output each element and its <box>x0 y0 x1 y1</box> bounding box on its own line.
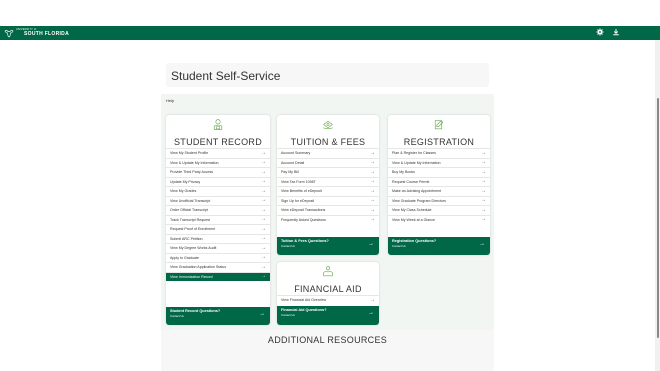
arrow-right-icon: → <box>370 168 375 175</box>
arrow-right-icon: → <box>259 311 265 317</box>
list-item[interactable]: View eDeposit Transactions → <box>277 205 379 215</box>
list-item[interactable]: View Tax Form 1098T → <box>277 176 379 187</box>
arrow-right-icon: → <box>261 235 266 242</box>
arrow-right-icon: → <box>481 168 486 175</box>
scrollbar[interactable] <box>655 40 660 371</box>
arrow-right-icon: → <box>261 159 266 166</box>
arrow-right-icon: → <box>481 187 486 194</box>
help-link[interactable]: Help <box>166 98 174 103</box>
list-item[interactable]: Account Summary → <box>277 148 379 158</box>
list-item[interactable]: View Graduation Application Status → <box>166 262 270 272</box>
tuition-icon <box>322 120 334 130</box>
arrow-right-icon: → <box>370 149 375 156</box>
arrow-right-icon: → <box>370 216 375 223</box>
arrow-right-icon: → <box>481 197 486 204</box>
student-record-card: STUDENT RECORD View My Student Profile → … <box>166 115 270 325</box>
arrow-right-icon: → <box>370 197 375 204</box>
list-item[interactable]: View Benefits of eDeposit → <box>277 186 379 196</box>
scrollbar-thumb[interactable] <box>657 98 659 338</box>
arrow-right-icon: → <box>261 244 266 251</box>
list-item[interactable]: View My Student Profile → <box>166 148 270 158</box>
list-item[interactable]: Provide Third Party Access → <box>166 167 270 177</box>
arrow-right-icon: → <box>261 168 266 175</box>
list-item-active[interactable]: View Immunization Record → <box>166 271 270 281</box>
tuition-fees-title: TUITION & FEES <box>290 137 366 147</box>
list-item[interactable]: Submit ARC Petition → <box>166 233 270 244</box>
list-item[interactable]: Update My Privacy → <box>166 176 270 187</box>
arrow-right-icon: → <box>261 187 266 194</box>
arrow-right-icon: → <box>261 149 266 156</box>
list-item[interactable]: Buy My Books → <box>388 167 490 177</box>
list-item[interactable]: View My Degree Works Audit → <box>166 243 270 253</box>
list-item[interactable]: Frequently Asked Questions → <box>277 214 379 225</box>
list-item[interactable]: Pay My Bill → <box>277 167 379 177</box>
student-record-title: STUDENT RECORD <box>173 137 263 147</box>
arrow-right-icon: → <box>481 178 486 185</box>
brand-sup: UNIVERSITY of <box>16 28 37 31</box>
arrow-right-icon: → <box>481 206 486 213</box>
list-item[interactable]: Order Official Transcript → <box>166 205 270 215</box>
list-item[interactable]: View & Update My Information → <box>388 157 490 168</box>
arrow-right-icon: → <box>370 296 375 303</box>
brand-logo[interactable]: UNIVERSITY of SOUTH FLORIDA <box>4 28 69 38</box>
list-item[interactable]: Make an Advising Appointment → <box>388 186 490 196</box>
brand-name: SOUTH FLORIDA <box>24 31 70 37</box>
list-item[interactable]: View My Class Schedule → <box>388 205 490 215</box>
additional-resources-title: ADDITIONAL RESOURCES <box>267 335 388 345</box>
gear-icon[interactable] <box>596 28 604 36</box>
arrow-right-icon: → <box>261 263 266 270</box>
registration-icon <box>434 120 444 130</box>
list-item[interactable]: Track Transcript Request → <box>166 214 270 225</box>
registration-questions-button[interactable]: Registration Questions? Contact Us → <box>388 237 490 255</box>
arrow-right-icon: → <box>261 225 266 232</box>
help-bar: Help <box>161 94 494 108</box>
list-item[interactable]: Account Detail → <box>277 157 379 168</box>
list-item[interactable]: View My Grades → <box>166 186 270 196</box>
list-item[interactable]: Request Course Permit → <box>388 176 490 187</box>
list-item[interactable]: View Unofficial Transcript → <box>166 195 270 206</box>
list-item[interactable]: Plan & Register for Classes → <box>388 148 490 158</box>
financial-aid-questions-button[interactable]: Financial Aid Questions? Contact Us → <box>277 306 379 325</box>
list-item[interactable]: View & Update My Information → <box>166 157 270 168</box>
arrow-right-icon: → <box>370 206 375 213</box>
arrow-right-icon: → <box>261 273 266 280</box>
arrow-right-icon: → <box>479 241 485 247</box>
arrow-right-icon: → <box>261 254 266 261</box>
arrow-right-icon: → <box>481 149 486 156</box>
arrow-right-icon: → <box>261 216 266 223</box>
arrow-right-icon: → <box>370 187 375 194</box>
list-item[interactable]: View My Week at a Glance → <box>388 214 490 225</box>
bull-logo-icon <box>4 29 14 37</box>
page-title-card: Student Self-Service <box>166 63 489 87</box>
student-record-questions-button[interactable]: Student Record Questions? Contact Us → <box>166 307 270 325</box>
page-title: Student Self-Service <box>171 69 281 83</box>
arrow-right-icon: → <box>481 159 486 166</box>
list-item[interactable]: Request Proof of Enrollment → <box>166 224 270 234</box>
tuition-fees-card: TUITION & FEES Account Summary → Account … <box>277 115 379 255</box>
download-icon[interactable] <box>612 28 620 36</box>
arrow-right-icon: → <box>481 216 486 223</box>
arrow-right-icon: → <box>368 310 374 316</box>
student-record-icon <box>213 119 223 130</box>
arrow-right-icon: → <box>370 178 375 185</box>
registration-card: REGISTRATION Plan & Register for Classes… <box>388 115 490 255</box>
arrow-right-icon: → <box>368 241 374 247</box>
financial-aid-card: FINANCIAL AID View Financial Aid Overvie… <box>277 262 379 325</box>
list-item[interactable]: Apply to Graduate → <box>166 252 270 263</box>
financial-aid-title: FINANCIAL AID <box>294 284 362 294</box>
top-bar: UNIVERSITY of SOUTH FLORIDA <box>0 26 660 40</box>
list-item[interactable]: View Graduate Program Directors → <box>388 195 490 206</box>
arrow-right-icon: → <box>261 178 266 185</box>
registration-title: REGISTRATION <box>403 137 475 147</box>
list-item[interactable]: Sign Up for eDeposit → <box>277 195 379 206</box>
list-item[interactable]: View Financial Aid Overview → <box>277 295 379 305</box>
tuition-fees-questions-button[interactable]: Tuition & Fees Questions? Contact Us → <box>277 237 379 255</box>
arrow-right-icon: → <box>370 159 375 166</box>
additional-resources-section: ADDITIONAL RESOURCES <box>161 330 494 371</box>
arrow-right-icon: → <box>261 206 266 213</box>
financial-aid-icon <box>323 266 333 277</box>
arrow-right-icon: → <box>261 197 266 204</box>
